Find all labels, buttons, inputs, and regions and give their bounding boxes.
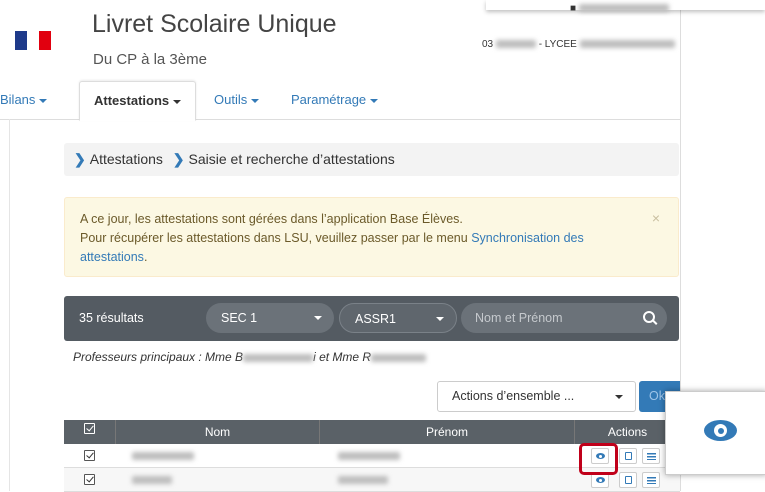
bulk-actions-select[interactable]: Actions d’ensemble ... (437, 381, 636, 412)
caret-down-icon (39, 98, 48, 103)
student-name (132, 452, 194, 460)
establishment-info: 03 - LYCEE (482, 39, 675, 50)
class-select[interactable]: SEC 1 (206, 303, 334, 333)
caret-down-icon (370, 98, 379, 103)
nav-parametrage[interactable]: Paramétrage (291, 81, 379, 119)
caret-down-icon (314, 316, 322, 320)
header-prenom[interactable]: Prénom (320, 420, 575, 444)
alert-line-1: A ce jour, les attestations sont gérées … (80, 212, 463, 226)
caret-down-icon (436, 317, 444, 321)
principal-teachers: Professeurs principaux : Mme Bi et Mme R (73, 350, 427, 364)
select-all-checkbox[interactable] (84, 423, 95, 434)
user-name (578, 4, 669, 13)
caret-down-icon (615, 395, 623, 399)
print-button[interactable] (619, 472, 637, 488)
alert-line-2: Pour récupérer les attestations dans LSU… (80, 231, 584, 264)
app-subtitle: Du CP à la 3ème (93, 51, 207, 68)
attestation-select[interactable]: ASSR1 (339, 303, 457, 333)
chevron-right-icon: ❯ (172, 151, 185, 167)
user-icon: ■ (570, 3, 577, 14)
eye-icon (704, 420, 737, 441)
view-button-highlight (579, 443, 618, 475)
republic-logo (15, 31, 51, 50)
nav-outils[interactable]: Outils (214, 81, 260, 119)
filter-bar: 35 résultats SEC 1 ASSR1 Nom et Prénom (64, 296, 679, 341)
chevron-right-icon: ❯ (74, 151, 86, 167)
details-button[interactable] (642, 472, 660, 488)
breadcrumb-item-attestations[interactable]: Attestations (90, 151, 163, 167)
app-title: Livret Scolaire Unique (92, 10, 337, 38)
list-icon (647, 477, 656, 484)
results-count: 35 résultats (79, 311, 144, 325)
nav-bilans[interactable]: Bilans (0, 81, 48, 119)
details-button[interactable] (642, 448, 660, 464)
search-input[interactable]: Nom et Prénom (461, 303, 667, 333)
row-checkbox[interactable] (84, 474, 95, 485)
list-icon (647, 453, 656, 460)
header-nom[interactable]: Nom (116, 420, 320, 444)
student-firstname (338, 476, 388, 484)
row-checkbox[interactable] (84, 450, 95, 461)
main-nav: Bilans Attestations Outils Paramétrage (0, 81, 680, 121)
table-header: Nom Prénom Actions (64, 420, 680, 444)
student-firstname (338, 452, 400, 460)
info-alert: A ce jour, les attestations sont gérées … (64, 197, 679, 277)
student-name (132, 476, 172, 484)
breadcrumb-item-current: Saisie et recherche d’attestations (188, 151, 395, 167)
eye-icon (596, 477, 605, 483)
print-icon (625, 476, 632, 484)
print-button[interactable] (619, 448, 637, 464)
zoom-inset (665, 391, 765, 475)
search-icon[interactable] (643, 311, 655, 323)
caret-down-icon (251, 98, 260, 103)
close-icon[interactable]: × (652, 210, 660, 226)
caret-down-icon (173, 99, 182, 104)
user-info[interactable]: ■ (570, 3, 669, 14)
breadcrumb: ❯ Attestations ❯ Saisie et recherche d’att… (64, 143, 679, 176)
print-icon (625, 452, 632, 460)
nav-attestations[interactable]: Attestations (79, 81, 197, 121)
